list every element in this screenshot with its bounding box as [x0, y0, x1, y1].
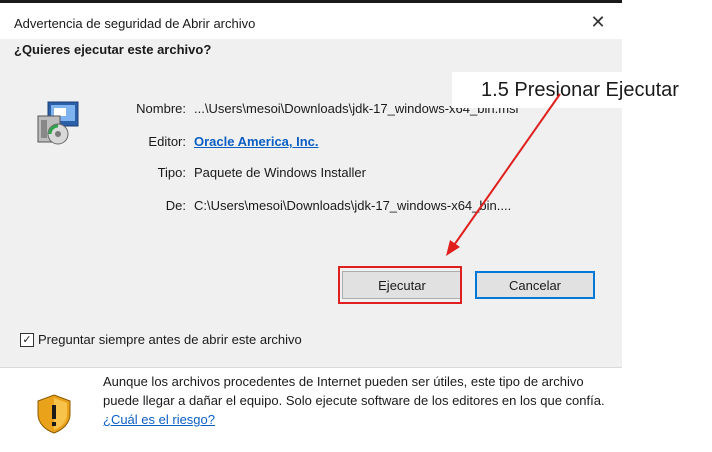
- from-value: C:\Users\mesoi\Downloads\jdk-17_windows-…: [194, 198, 512, 213]
- editor-label: Editor:: [148, 134, 186, 149]
- title-bar: Advertencia de seguridad de Abrir archiv…: [0, 0, 622, 39]
- warning-text: Aunque los archivos procedentes de Inter…: [103, 374, 605, 408]
- name-label: Nombre:: [136, 101, 186, 116]
- divider: [0, 367, 622, 368]
- always-ask-checkbox[interactable]: ✓: [20, 332, 34, 347]
- always-ask-label: Preguntar siempre antes de abrir este ar…: [38, 332, 302, 347]
- always-ask-option[interactable]: ✓ Preguntar siempre antes de abrir este …: [20, 332, 302, 347]
- annotation-callout: 1.5 Presionar Ejecutar: [452, 72, 708, 108]
- installer-package-icon: [37, 101, 79, 145]
- warning-text-block: Aunque los archivos procedentes de Inter…: [103, 372, 613, 429]
- type-label: Tipo:: [157, 165, 186, 180]
- cancel-button[interactable]: Cancelar: [475, 271, 595, 299]
- question-heading: ¿Quieres ejecutar este archivo?: [14, 42, 212, 57]
- editor-link[interactable]: Oracle America, Inc.: [194, 134, 319, 149]
- background-strip: [622, 0, 712, 452]
- shield-warning-icon: [37, 394, 71, 434]
- close-icon[interactable]: ✕: [580, 9, 616, 35]
- annotation-highlight-box: [338, 266, 462, 304]
- type-value: Paquete de Windows Installer: [194, 165, 366, 180]
- security-warning-dialog: Advertencia de seguridad de Abrir archiv…: [0, 0, 622, 452]
- window-title: Advertencia de seguridad de Abrir archiv…: [14, 16, 256, 31]
- risk-link[interactable]: ¿Cuál es el riesgo?: [103, 412, 215, 427]
- from-label: De:: [165, 198, 186, 213]
